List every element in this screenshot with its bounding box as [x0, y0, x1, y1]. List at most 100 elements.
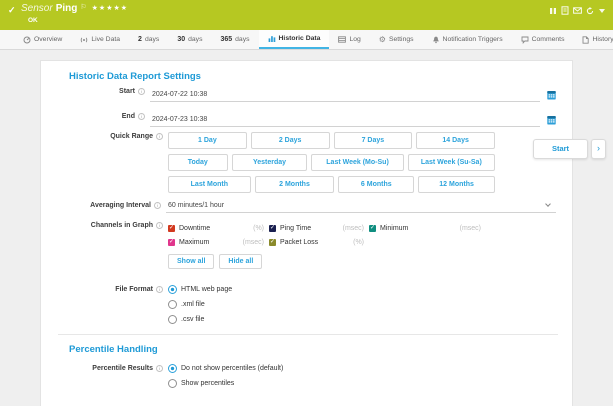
section-divider — [58, 334, 558, 335]
quick-range-last-week-su-sa-button[interactable]: Last Week (Su-Sa) — [408, 154, 495, 171]
channel-maximum: Maximum (msec) — [168, 239, 264, 246]
tab-label: Settings — [389, 36, 414, 43]
dropdown-caret-icon[interactable] — [599, 9, 605, 13]
pause-icon[interactable] — [549, 7, 557, 15]
radio-label: Show percentiles — [181, 380, 234, 387]
start-report-button-group: Start › — [533, 139, 606, 159]
tab-label: Historic Data — [279, 35, 321, 42]
tab-comments[interactable]: Comments — [512, 30, 574, 49]
percentile-do-not-show-option[interactable]: Do not show percentiles (default) — [168, 364, 556, 373]
radio-icon[interactable] — [168, 315, 177, 324]
info-icon[interactable] — [138, 113, 145, 120]
ping-time-checkbox[interactable] — [269, 225, 276, 232]
gear-icon: ⚙ — [379, 36, 386, 44]
bell-icon — [432, 36, 440, 44]
tab-2-days[interactable]: 2 days — [129, 30, 168, 49]
file-format-csv-option[interactable]: .csv file — [168, 315, 556, 324]
channel-name: Minimum — [380, 225, 408, 232]
quick-range-today-button[interactable]: Today — [168, 154, 228, 171]
info-icon[interactable] — [156, 365, 163, 372]
status-ok-check-icon: ✓ — [8, 5, 16, 16]
info-icon[interactable] — [138, 88, 145, 95]
tab-label: History — [592, 36, 613, 43]
tab-overview[interactable]: Overview — [14, 30, 71, 49]
sensor-status-badge: OK — [28, 17, 38, 24]
table-icon — [338, 36, 346, 43]
channels-in-graph-label: Channels in Graph — [58, 221, 153, 229]
tab-live-data[interactable]: Live Data — [71, 30, 129, 49]
sensor-type-label: Sensor — [21, 3, 53, 14]
channel-unit: (msec) — [243, 239, 264, 246]
radio-selected-icon[interactable] — [168, 285, 177, 294]
content-area: Historic Data Report Settings Start 2024… — [0, 50, 613, 406]
start-date-input[interactable]: 2024-07-22 10:38 — [150, 90, 540, 102]
refresh-icon[interactable] — [586, 7, 594, 15]
averaging-interval-label: Averaging Interval — [58, 201, 151, 209]
start-report-button[interactable]: Start — [533, 139, 588, 159]
radio-icon[interactable] — [168, 300, 177, 309]
averaging-interval-select[interactable]: 60 minutes/1 hour — [166, 201, 556, 213]
section-title-historic-data-report-settings: Historic Data Report Settings — [69, 71, 201, 82]
show-all-button[interactable]: Show all — [168, 254, 214, 269]
minimum-checkbox[interactable] — [369, 225, 376, 232]
end-date-input[interactable]: 2024-07-23 10:38 — [150, 115, 540, 127]
sensor-name[interactable]: Ping — [56, 3, 78, 14]
file-format-xml-option[interactable]: .xml file — [168, 300, 556, 309]
radio-label: HTML web page — [181, 286, 232, 293]
calendar-icon[interactable] — [547, 112, 556, 130]
start-date-value: 2024-07-22 10:38 — [152, 91, 207, 98]
channel-name: Downtime — [179, 225, 210, 232]
channel-name: Maximum — [179, 239, 209, 246]
tab-365-days[interactable]: 365 days — [211, 30, 258, 49]
quick-range-last-month-button[interactable]: Last Month — [168, 176, 251, 193]
tab-history[interactable]: History — [573, 30, 613, 49]
tab-historic-data[interactable]: Historic Data — [259, 30, 330, 49]
quick-range-label: Quick Range — [58, 132, 153, 140]
info-icon[interactable] — [154, 202, 161, 209]
priority-flag-icon[interactable]: ⚐ — [80, 4, 86, 11]
downtime-checkbox[interactable] — [168, 225, 175, 232]
radio-icon[interactable] — [168, 379, 177, 388]
file-format-html-option[interactable]: HTML web page — [168, 285, 556, 294]
end-date-value: 2024-07-23 10:38 — [152, 116, 207, 123]
tab-label: Live Data — [91, 36, 120, 43]
email-icon[interactable] — [573, 7, 582, 14]
quick-range-yesterday-button[interactable]: Yesterday — [232, 154, 308, 171]
tab-30-days[interactable]: 30 days — [168, 30, 211, 49]
tab-notification-triggers[interactable]: Notification Triggers — [423, 30, 512, 49]
hide-all-button[interactable]: Hide all — [219, 254, 262, 269]
maximum-checkbox[interactable] — [168, 239, 175, 246]
quick-range-1-day-button[interactable]: 1 Day — [168, 132, 247, 149]
channel-ping-time: Ping Time (msec) — [269, 225, 364, 232]
quick-range-7-days-button[interactable]: 7 Days — [334, 132, 413, 149]
settings-panel: Historic Data Report Settings Start 2024… — [40, 60, 573, 406]
broadcast-icon — [80, 36, 88, 44]
info-icon[interactable] — [156, 222, 163, 229]
priority-stars[interactable]: ★★★★★ — [92, 5, 128, 12]
quick-range-14-days-button[interactable]: 14 Days — [416, 132, 495, 149]
radio-selected-icon[interactable] — [168, 364, 177, 373]
tab-label: Comments — [532, 36, 565, 43]
report-icon[interactable] — [561, 6, 569, 15]
quick-range-2-months-button[interactable]: 2 Months — [255, 176, 335, 193]
quick-range-2-days-button[interactable]: 2 Days — [251, 132, 330, 149]
channel-unit: (%) — [353, 239, 364, 246]
packet-loss-checkbox[interactable] — [269, 239, 276, 246]
tab-settings[interactable]: ⚙ Settings — [370, 30, 423, 49]
percentile-show-option[interactable]: Show percentiles — [168, 379, 556, 388]
info-icon[interactable] — [156, 286, 163, 293]
tab-number: 365 — [220, 36, 232, 43]
header-toolbar — [549, 6, 605, 15]
channel-minimum: Minimum (msec) — [369, 225, 481, 232]
quick-range-6-months-button[interactable]: 6 Months — [338, 176, 414, 193]
tab-log[interactable]: Log — [329, 30, 369, 49]
calendar-icon[interactable] — [547, 87, 556, 105]
percentile-results-label: Percentile Results — [58, 364, 153, 372]
tab-label: Log — [349, 36, 360, 43]
channel-downtime: Downtime (%) — [168, 225, 264, 232]
quick-range-last-week-mo-su-button[interactable]: Last Week (Mo-Su) — [311, 154, 403, 171]
quick-range-12-months-button[interactable]: 12 Months — [418, 176, 495, 193]
tab-label: days — [188, 36, 202, 43]
info-icon[interactable] — [156, 133, 163, 140]
start-chevron-button[interactable]: › — [591, 139, 606, 159]
